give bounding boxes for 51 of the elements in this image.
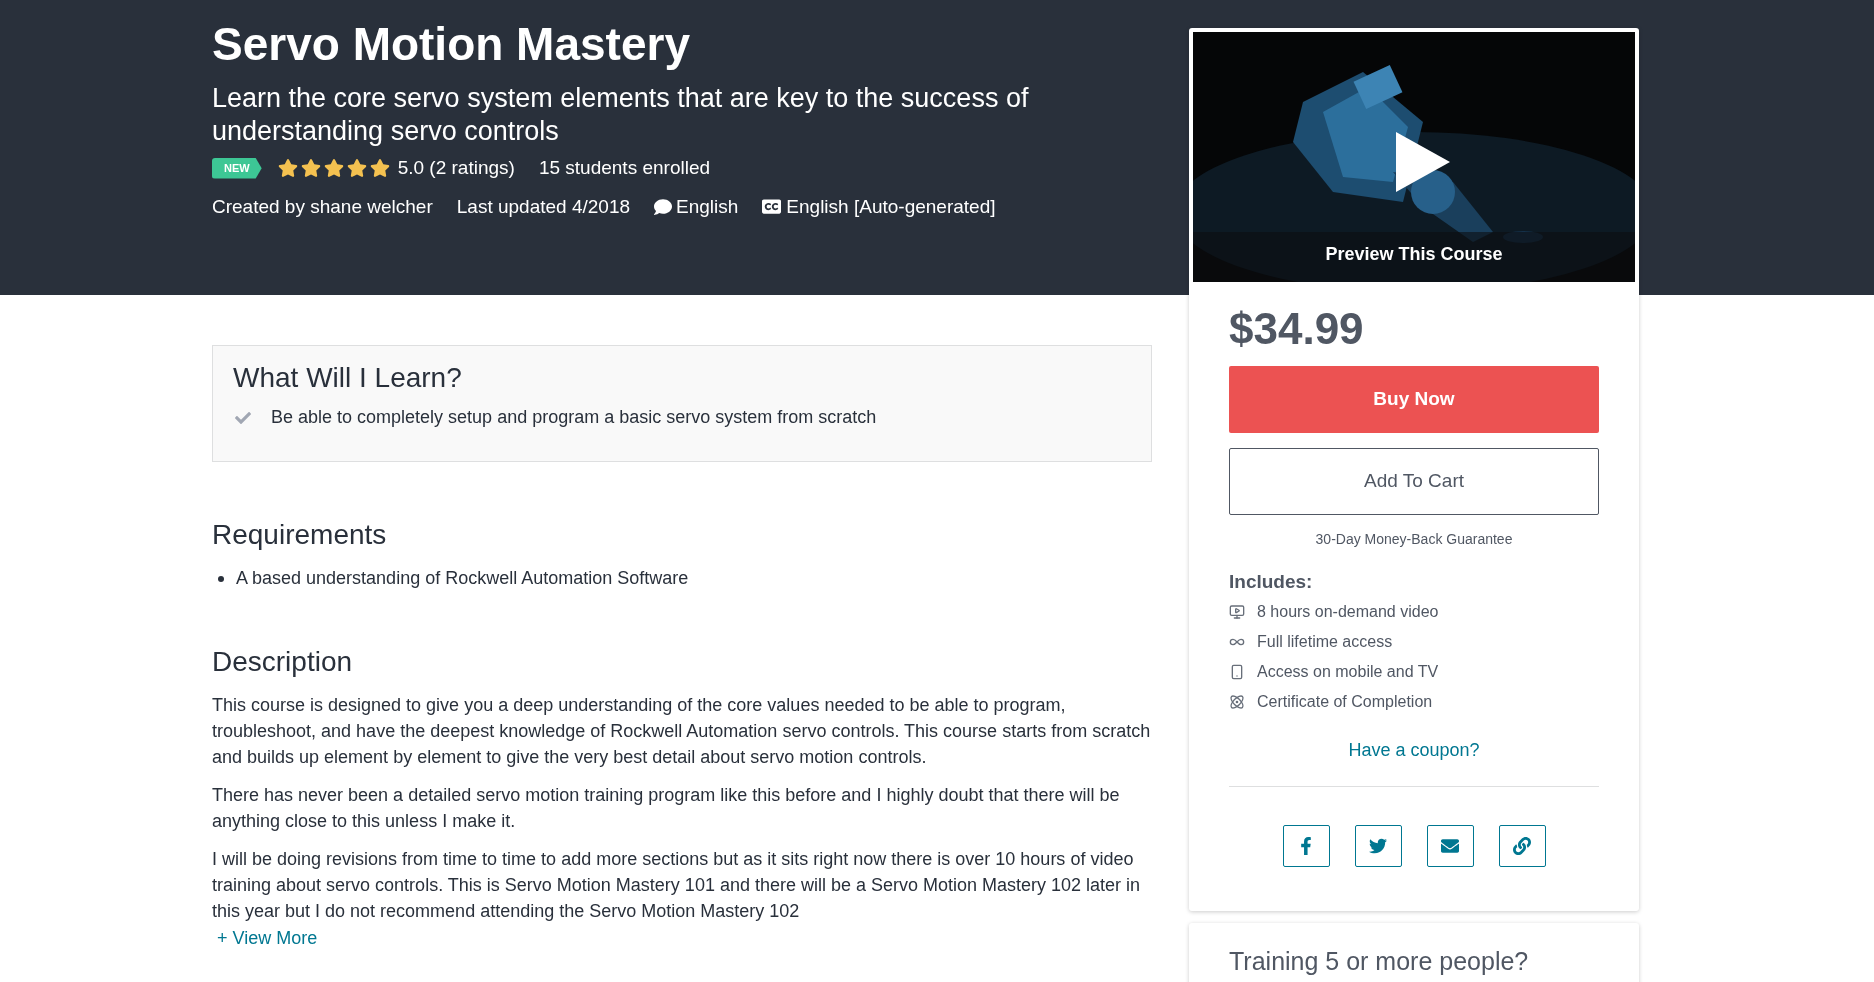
view-more-link[interactable]: + View More	[217, 928, 318, 948]
description-paragraph: This course is designed to give you a deep understanding of the core values needed to be able to program, troubleshoot, and have the deepest knowledge of Rockwell Automation servo controls. This course starts from scratch and builds up element by element to give the very best detail about servo motion controls.	[212, 694, 1152, 769]
language-text: English	[676, 194, 739, 219]
share-button[interactable]	[1426, 824, 1474, 867]
star-icon	[300, 158, 321, 179]
section-heading: Requirements	[212, 518, 388, 552]
twitter-icon	[1369, 836, 1387, 855]
price: $34.99	[1229, 304, 1365, 354]
author-text: Created by shane welcher	[212, 194, 433, 219]
buy-now-button[interactable]: Buy Now	[1229, 366, 1599, 433]
star-icon	[346, 158, 367, 179]
preview-video[interactable]: Preview This Course	[1193, 32, 1635, 282]
atom-icon	[1229, 693, 1245, 710]
includes-item: 8 hours on-demand video	[1257, 601, 1439, 622]
last-updated: Last updated 4/2018	[456, 194, 630, 219]
speech-bubble-icon	[654, 197, 672, 216]
learn-item: Be able to completely setup and program a basic servo system from scratch	[271, 406, 877, 429]
training-heading: Training 5 or more people?	[1229, 945, 1530, 977]
coupon-link[interactable]: Have a coupon?	[1348, 739, 1480, 760]
check-icon	[235, 409, 251, 426]
add-to-cart-button[interactable]: Add To Cart	[1229, 448, 1599, 515]
share-button[interactable]	[1282, 824, 1330, 867]
course-title: Servo Motion Mastery	[212, 17, 691, 72]
new-badge: NEW	[212, 158, 262, 179]
requirement-item: A based understanding of Rockwell Automation Software	[236, 567, 689, 590]
description-paragraph: There has never been a detailed servo motion training program like this before and I highly doubt that there will be anything close to this unless I make it.	[212, 784, 1121, 833]
video-icon	[1229, 603, 1245, 620]
includes-item: Access on mobile and TV	[1257, 661, 1439, 682]
preview-label: Preview This Course	[1324, 243, 1504, 266]
share-button[interactable]	[1498, 824, 1546, 867]
description-paragraph: I will be doing revisions from time to time to add more sections but as it sits right now there is over 10 hours of video training about servo controls. This is Servo Motion Mastery 101 and there will be a Servo Motion Mastery 102 later in this year but I do not recommend attending the Servo Motion Mastery 102	[212, 848, 1142, 923]
captions-text: English [Auto-generated]	[786, 194, 996, 219]
section-heading: Description	[212, 645, 354, 679]
captions-icon	[762, 197, 782, 217]
enrolled-count: 15 students enrolled	[538, 156, 711, 180]
section-heading: What Will I Learn?	[233, 361, 463, 395]
phone-icon	[1229, 663, 1245, 680]
share-button[interactable]	[1354, 824, 1402, 867]
guarantee-text: 30-Day Money-Back Guarantee	[1314, 530, 1514, 549]
star-icon	[323, 158, 344, 179]
link-icon	[1513, 836, 1531, 855]
course-subtitle: Learn the core servo system elements that are key to the success of understanding servo controls	[212, 82, 1030, 148]
star-icon	[277, 158, 298, 179]
envelope-icon	[1441, 836, 1459, 855]
play-icon	[1396, 132, 1450, 192]
rating-text: 5.0 (2 ratings)	[397, 156, 515, 180]
includes-item: Full lifetime access	[1257, 631, 1393, 652]
bullet-icon	[218, 575, 224, 582]
star-icon	[369, 158, 390, 179]
includes-heading: Includes:	[1229, 570, 1314, 594]
includes-item: Certificate of Completion	[1257, 691, 1433, 712]
